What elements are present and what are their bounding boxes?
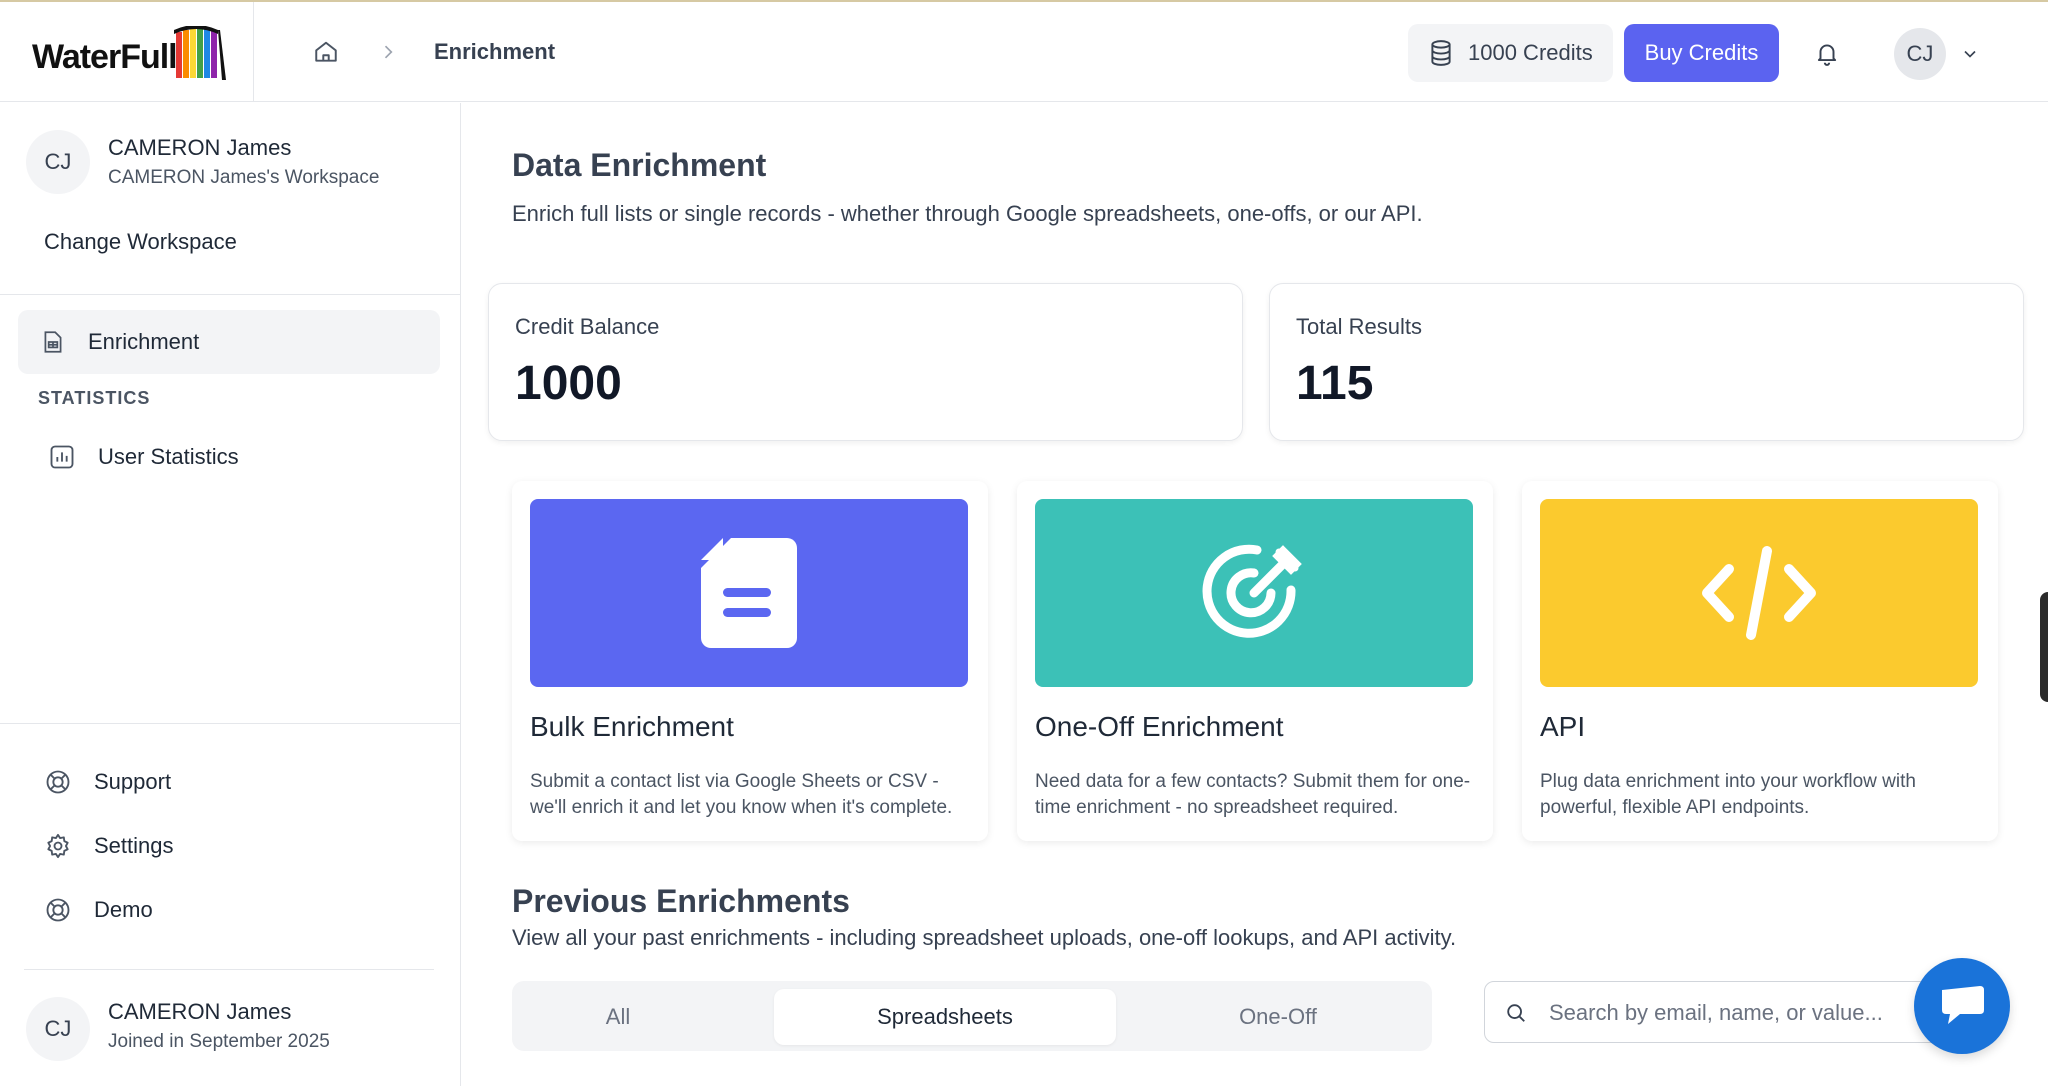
logo-mark-icon (174, 26, 226, 80)
page-title: Data Enrichment (512, 147, 767, 183)
footer-avatar[interactable]: CJ (26, 997, 90, 1061)
lifebuoy-icon (46, 898, 70, 922)
footer-user-name: CAMERON James (108, 999, 292, 1024)
credits-indicator[interactable]: 1000 Credits (1408, 24, 1613, 82)
top-header: WaterFull Enrichment 1000 Credits Buy Cr… (0, 2, 2048, 102)
one-off-enrichment-card[interactable]: One-Off Enrichment Need data for a few c… (1017, 481, 1493, 841)
sidebar-item-demo[interactable]: Demo (44, 896, 153, 924)
lifebuoy-icon (46, 770, 70, 794)
divider (24, 969, 434, 970)
divider (0, 723, 460, 724)
tab-spreadsheets[interactable]: Spreadsheets (774, 989, 1116, 1045)
sidebar: CJ CAMERON James CAMERON James's Workspa… (0, 103, 461, 1086)
sidebar-item-label: Enrichment (88, 329, 200, 354)
sidebar-item-support[interactable]: Support (44, 768, 171, 796)
chat-widget-button[interactable] (1914, 958, 2010, 1054)
search-icon (1507, 1004, 1525, 1022)
workspace-avatar: CJ (26, 130, 90, 194)
footer-joined-text: Joined in September 2025 (108, 1031, 330, 1052)
feature-title: Bulk Enrichment (530, 711, 734, 742)
home-icon[interactable] (310, 36, 342, 68)
target-icon (1202, 544, 1302, 638)
coins-icon (1431, 40, 1451, 66)
section-label-statistics: STATISTICS (38, 388, 151, 408)
change-workspace-link[interactable]: Change Workspace (44, 229, 237, 255)
sidebar-item-user-statistics[interactable]: User Statistics (48, 443, 239, 471)
workspace-block: CJ CAMERON James CAMERON James's Workspa… (0, 103, 460, 295)
sidebar-item-label: Support (94, 769, 172, 794)
workspace-name: CAMERON James's Workspace (108, 167, 380, 188)
chevron-right-icon (384, 45, 393, 59)
logo-text: WaterFull (32, 38, 178, 76)
chat-bubble-icon (1942, 986, 1984, 1024)
feature-title: One-Off Enrichment (1035, 711, 1284, 742)
code-icon (1702, 546, 1816, 640)
breadcrumb-current: Enrichment (434, 39, 556, 64)
logo-area[interactable]: WaterFull (0, 2, 254, 102)
chevron-down-icon[interactable] (1960, 44, 1980, 64)
total-results-card: Total Results 115 (1269, 283, 2024, 441)
sheet-icon (44, 331, 62, 353)
feature-title: API (1540, 711, 1586, 742)
feature-description: Need data for a few contacts? Submit the… (1035, 771, 1471, 818)
section-title-previous-enrichments: Previous Enrichments (512, 883, 850, 919)
sidebar-item-label: User Statistics (98, 444, 239, 469)
feature-banner (1540, 499, 1978, 687)
stat-label: Credit Balance (515, 314, 660, 339)
sidebar-item-enrichment[interactable]: Enrichment (18, 310, 440, 374)
feature-banner (1035, 499, 1473, 687)
sidebar-item-label: Settings (94, 833, 174, 858)
feature-description: Plug data enrichment into your workflow … (1540, 771, 1916, 818)
page-subtitle: Enrich full lists or single records - wh… (512, 201, 1423, 226)
sidebar-item-label: Demo (94, 897, 153, 922)
stat-label: Total Results (1296, 314, 1422, 339)
edge-panel-handle[interactable] (2040, 592, 2048, 702)
bulk-enrichment-card[interactable]: Bulk Enrichment Submit a contact list vi… (512, 481, 988, 841)
tab-all[interactable]: All (520, 989, 716, 1045)
sidebar-item-settings[interactable]: Settings (44, 832, 174, 860)
feature-description: Submit a contact list via Google Sheets … (530, 771, 953, 818)
stat-value: 115 (1296, 357, 1374, 410)
bell-icon[interactable] (1814, 40, 1840, 66)
enrichment-type-tabs: All Spreadsheets One-Off (512, 981, 1432, 1051)
breadcrumb: Enrichment (310, 2, 555, 102)
gear-icon (47, 833, 69, 859)
chart-icon (50, 445, 74, 469)
document-icon (701, 538, 797, 648)
stat-value: 1000 (515, 357, 622, 410)
user-avatar[interactable]: CJ (1894, 28, 1946, 80)
tab-one-off[interactable]: One-Off (1132, 989, 1424, 1045)
workspace-owner-name: CAMERON James (108, 135, 292, 160)
credit-balance-card: Credit Balance 1000 (488, 283, 1243, 441)
api-card[interactable]: API Plug data enrichment into your workf… (1522, 481, 1998, 841)
credits-label: 1000 Credits (1468, 40, 1593, 65)
feature-banner (530, 499, 968, 687)
buy-credits-button[interactable]: Buy Credits (1624, 24, 1779, 82)
search-input[interactable] (1549, 992, 1969, 1034)
section-subtitle: View all your past enrichments - includi… (512, 925, 1457, 950)
main-content: Data Enrichment Enrich full lists or sin… (462, 103, 2048, 1086)
search-box (1484, 981, 1984, 1043)
